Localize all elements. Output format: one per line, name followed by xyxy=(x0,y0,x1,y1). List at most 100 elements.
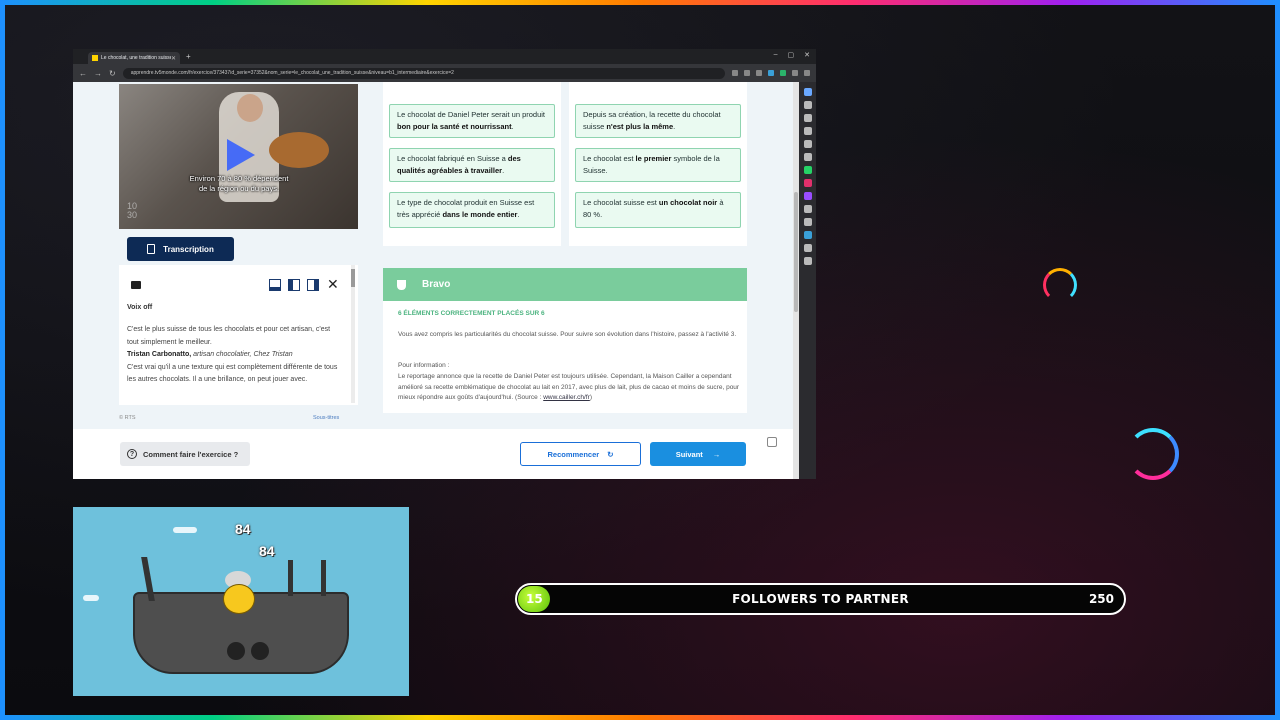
maximize-icon[interactable]: ▢ xyxy=(788,51,795,59)
transcription-button[interactable]: Transcription xyxy=(127,237,234,261)
layout-right-icon[interactable] xyxy=(307,279,319,291)
help-button[interactable]: ? Comment faire l'exercice ? xyxy=(120,442,250,466)
card-end: . xyxy=(517,210,520,219)
stats-icon[interactable] xyxy=(803,205,812,213)
close-tab-icon[interactable]: ✕ xyxy=(171,55,176,62)
answer-columns: Le chocolat de Daniel Peter serait un pr… xyxy=(383,82,747,246)
card-bold: bon pour la santé et nourrissant xyxy=(397,122,512,131)
star-icon[interactable] xyxy=(756,70,762,76)
instagram-icon[interactable] xyxy=(803,179,812,187)
reading-list-icon[interactable] xyxy=(803,101,812,109)
restart-button[interactable]: Recommencer ↻ xyxy=(520,442,641,466)
play-icon[interactable] xyxy=(227,139,255,171)
video-credit: © RTS xyxy=(119,415,136,421)
cloud xyxy=(173,527,197,533)
back-icon[interactable]: ← xyxy=(79,69,87,78)
exercise-footer: ? Comment faire l'exercice ? Recommencer… xyxy=(73,429,793,479)
bell-icon[interactable] xyxy=(803,218,812,226)
answer-column-left: Le chocolat de Daniel Peter serait un pr… xyxy=(383,82,561,246)
next-button[interactable]: Suivant → xyxy=(650,442,746,466)
box-icon[interactable] xyxy=(803,114,812,122)
new-tab-icon[interactable]: + xyxy=(186,52,191,61)
subtitles-toggle[interactable]: Sous-titres xyxy=(313,415,339,421)
print-icon[interactable] xyxy=(131,281,141,289)
shopping-icon[interactable] xyxy=(803,127,812,135)
transcript-speaker: Tristan Carbonatto, artisan chocolatier,… xyxy=(127,349,342,362)
answer-card[interactable]: Depuis sa création, la recette du chocol… xyxy=(575,104,741,138)
minimize-icon[interactable]: – xyxy=(774,51,778,59)
extension-icon[interactable] xyxy=(768,70,774,76)
menu-icon[interactable] xyxy=(804,70,810,76)
favicon-icon xyxy=(92,55,98,61)
scroll-thumb[interactable] xyxy=(794,192,798,312)
extension-icon[interactable] xyxy=(780,70,786,76)
layout-left-icon[interactable] xyxy=(288,279,300,291)
page-viewport: Environ 70 à 80 % dépendent de la région… xyxy=(73,82,799,479)
reload-icon[interactable]: ↻ xyxy=(109,69,116,78)
info-end: ) xyxy=(589,394,592,401)
result-title: Bravo xyxy=(422,279,451,290)
layout-toggles xyxy=(269,279,319,291)
trophy-icon xyxy=(397,279,406,290)
cloud xyxy=(83,595,99,601)
result-body: 6 ÉLÉMENTS CORRECTEMENT PLACÉS SUR 6 Vou… xyxy=(383,301,747,413)
answer-card[interactable]: Le chocolat fabriqué en Suisse a des qua… xyxy=(389,148,555,182)
card-text: Le chocolat est xyxy=(583,154,636,163)
sync-icon[interactable] xyxy=(803,231,812,239)
subtitle-line-1: Environ 70 à 80 % dépendent xyxy=(189,174,289,183)
neon-ring-large xyxy=(1127,428,1179,480)
card-text: Le chocolat de Daniel Peter serait un pr… xyxy=(397,110,546,119)
card-end: . xyxy=(511,122,514,131)
follower-goal-target: 250 xyxy=(1088,592,1114,606)
answer-card[interactable]: Le chocolat est le premier symbole de la… xyxy=(575,148,741,182)
extension-icons xyxy=(732,70,810,76)
chat-icon[interactable] xyxy=(767,437,777,447)
url-field[interactable]: apprendre.tv5monde.com/fr/exercice/37343… xyxy=(122,67,725,79)
close-transcript-icon[interactable]: ✕ xyxy=(327,277,339,291)
card-end: . xyxy=(673,122,676,131)
card-text: Le chocolat suisse est xyxy=(583,198,659,207)
office-icon[interactable] xyxy=(803,244,812,252)
result-message: Vous avez compris les particularités du … xyxy=(398,331,737,338)
arrow-right-icon: → xyxy=(712,449,721,459)
close-window-icon[interactable]: ✕ xyxy=(804,51,810,59)
info-label: Pour information : xyxy=(398,362,450,369)
browser-window: Le chocolat, une tradition suisse ✕ + – … xyxy=(73,49,816,479)
next-label: Suivant xyxy=(675,449,703,459)
answer-card[interactable]: Le type de chocolat produit en Suisse es… xyxy=(389,192,555,228)
card-bold: le premier xyxy=(635,154,672,163)
answer-card[interactable]: Le chocolat de Daniel Peter serait un pr… xyxy=(389,104,555,138)
info-text: Le reportage annonce que la recette de D… xyxy=(398,372,743,404)
layout-bottom-icon[interactable] xyxy=(269,279,281,291)
result-score: 6 ÉLÉMENTS CORRECTEMENT PLACÉS SUR 6 xyxy=(398,310,545,317)
zoom-icon[interactable] xyxy=(744,70,750,76)
speaker-role: artisan chocolatier, Chez Tristan xyxy=(193,351,293,358)
speaker-name: Tristan Carbonatto, xyxy=(127,351,192,358)
add-icon[interactable] xyxy=(803,257,812,265)
messenger-icon[interactable] xyxy=(803,192,812,200)
speaker-label: Voix off xyxy=(127,304,153,311)
games-icon[interactable] xyxy=(803,140,812,148)
notes-icon[interactable] xyxy=(803,153,812,161)
neon-ring-small xyxy=(1043,268,1077,302)
subtitle-line-2: de la région ou du pays. xyxy=(198,184,280,193)
whatsapp-icon[interactable] xyxy=(803,166,812,174)
card-bold: un chocolat noir xyxy=(658,198,718,207)
forward-icon[interactable]: → xyxy=(94,69,102,78)
card-text: Le chocolat fabriqué en Suisse a xyxy=(397,154,508,163)
video-timecode: 10 30 xyxy=(127,201,138,220)
browser-tab[interactable]: Le chocolat, une tradition suisse ✕ xyxy=(88,52,180,64)
browser-sidebar xyxy=(799,82,816,479)
video-player[interactable]: Environ 70 à 80 % dépendent de la région… xyxy=(119,84,358,229)
answer-card[interactable]: Le chocolat suisse est un chocolat noir … xyxy=(575,192,741,228)
puzzle-icon[interactable] xyxy=(792,70,798,76)
bookmark-icon[interactable] xyxy=(803,88,812,96)
help-label: Comment faire l'exercice ? xyxy=(143,449,239,459)
translate-icon[interactable] xyxy=(732,70,738,76)
source-link[interactable]: www.cailler.ch/fr xyxy=(543,394,590,401)
transcript-scrollbar[interactable] xyxy=(351,265,355,403)
card-bold: n'est plus la même xyxy=(606,122,674,131)
follower-goal-label: FOLLOWERS TO PARTNER xyxy=(732,592,909,606)
tab-bar: Le chocolat, une tradition suisse ✕ + – … xyxy=(73,49,816,64)
transcript-text: C'est le plus suisse de tous les chocola… xyxy=(127,324,342,387)
